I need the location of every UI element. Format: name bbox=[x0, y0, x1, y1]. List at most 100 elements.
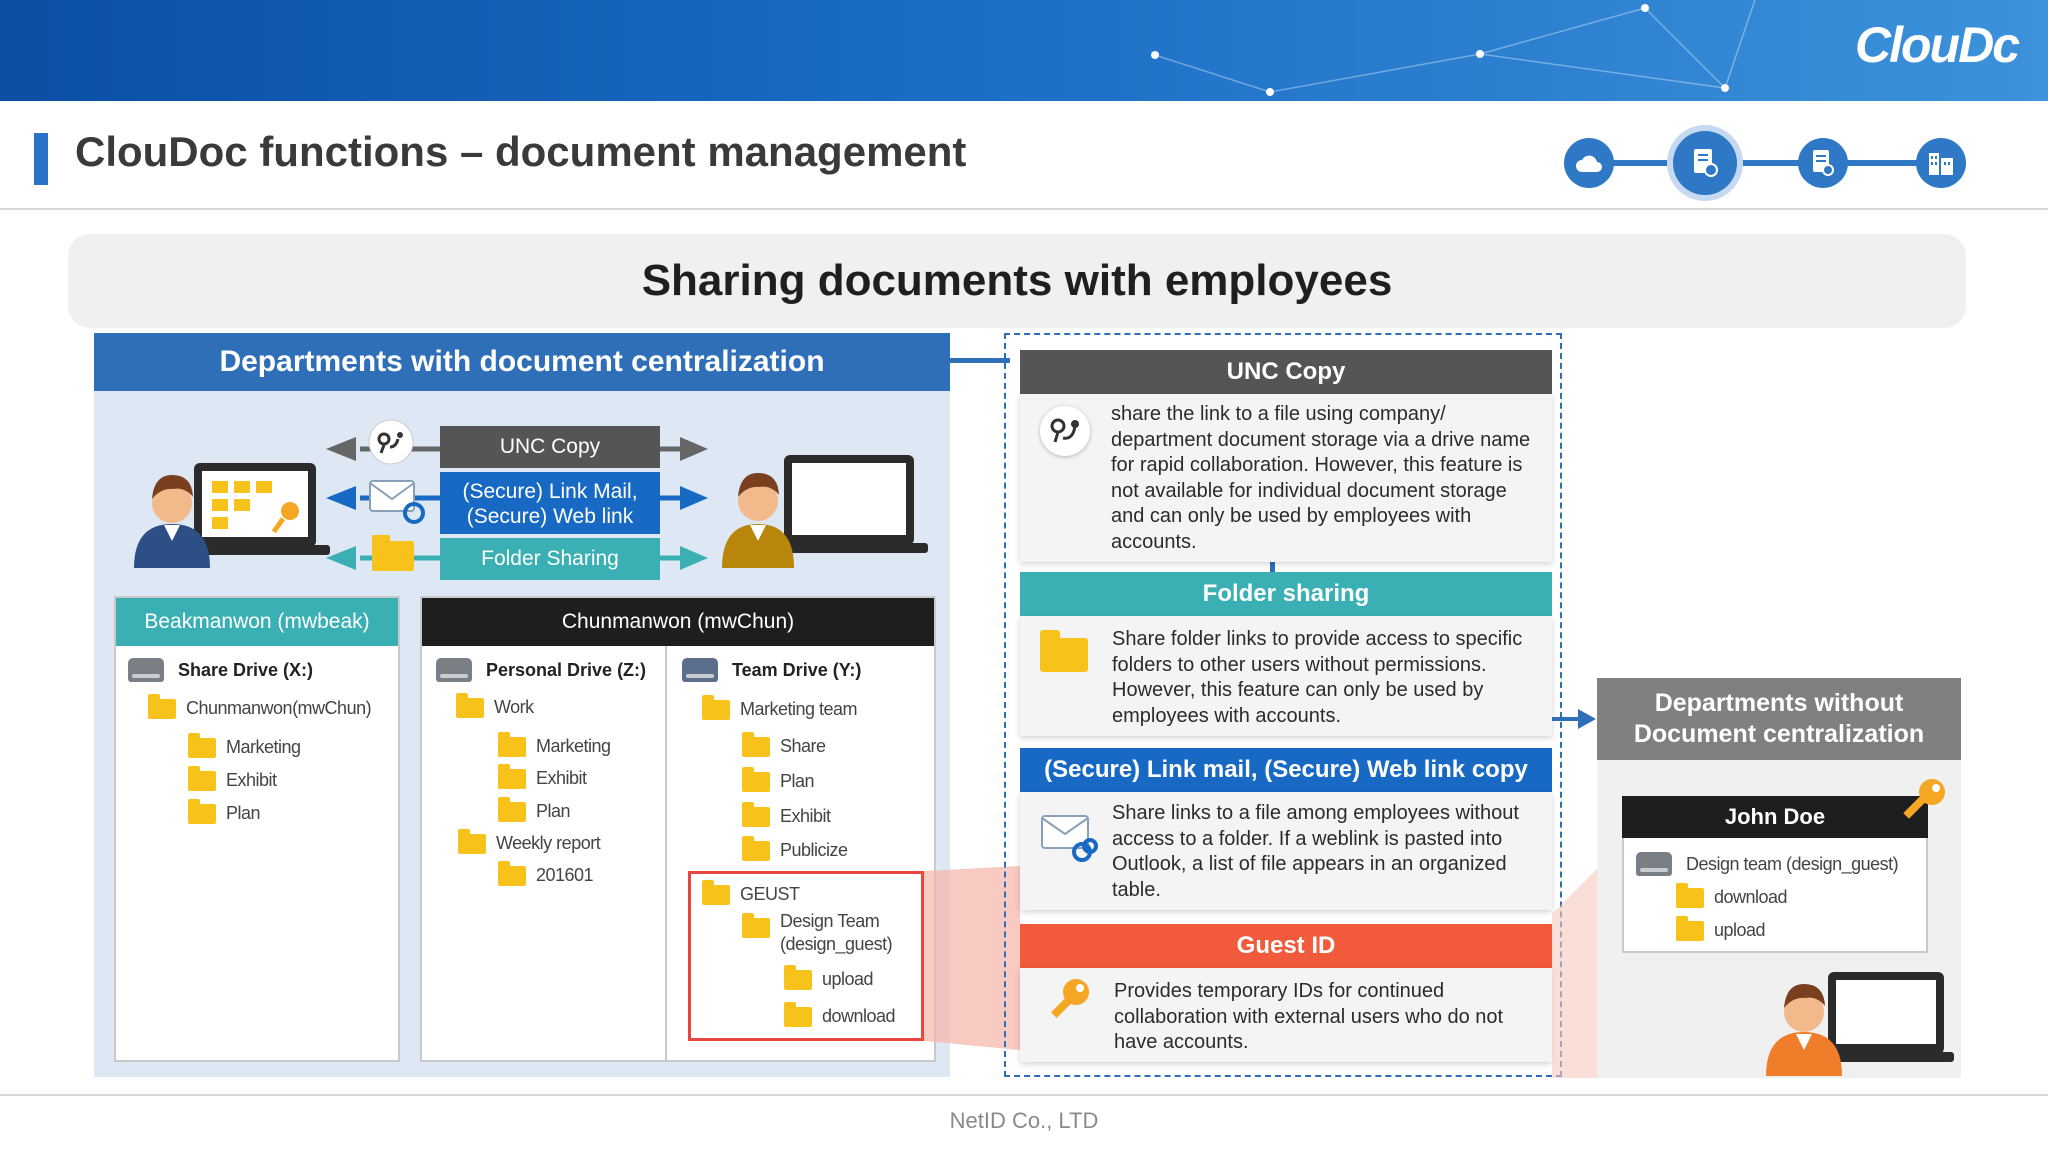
folder-icon bbox=[456, 692, 484, 718]
folder-icon bbox=[784, 964, 812, 990]
tree-folder-label: Plan bbox=[536, 801, 571, 821]
folder-icon bbox=[702, 694, 730, 720]
tree-folder[interactable]: download bbox=[784, 1001, 896, 1027]
section-subtitle: Sharing documents with employees bbox=[641, 256, 1393, 305]
team-drive-row[interactable]: Team Drive (Y:) bbox=[682, 658, 861, 682]
right-header-line2: Document centralization bbox=[1633, 720, 1925, 748]
tree-folder-label: Publicize bbox=[780, 840, 848, 860]
tree-folder[interactable]: Work bbox=[456, 692, 534, 718]
unc-route-icon bbox=[368, 419, 414, 465]
folder-icon bbox=[498, 731, 526, 757]
tree-folder[interactable]: upload bbox=[1676, 915, 1766, 941]
tree-folder-label: Plan bbox=[226, 803, 261, 823]
folder-tab bbox=[1040, 630, 1060, 640]
tree-folder[interactable]: Weekly report bbox=[458, 828, 601, 854]
share-drive-row[interactable]: Share Drive (X:) bbox=[128, 658, 313, 682]
tree-folder-label: Exhibit bbox=[536, 768, 587, 788]
folder-icon bbox=[1676, 882, 1704, 908]
folder-icon bbox=[188, 732, 216, 758]
john-doe-name: John Doe bbox=[1622, 796, 1928, 838]
folder-sharing-description: Share folder links to provide access to … bbox=[1112, 628, 1523, 727]
tree-folder-label: Share bbox=[780, 736, 826, 756]
design-team-line1: Design Team bbox=[780, 911, 880, 931]
tree-folder-label: upload bbox=[822, 969, 874, 989]
personal-drive-row[interactable]: Personal Drive (Z:) bbox=[436, 658, 646, 682]
folder-icon bbox=[498, 860, 526, 886]
drive-divider bbox=[665, 646, 667, 1060]
folder-icon bbox=[498, 796, 526, 822]
team-drive-icon bbox=[682, 658, 718, 682]
tree-folder[interactable]: Exhibit bbox=[742, 801, 831, 827]
panel-connector bbox=[950, 358, 1010, 363]
tree-folder[interactable]: download bbox=[1676, 882, 1788, 908]
tree-folder[interactable]: Plan bbox=[188, 798, 261, 824]
tree-folder[interactable]: upload bbox=[784, 964, 874, 990]
folder-icon bbox=[1040, 638, 1088, 672]
laptop-right bbox=[770, 455, 928, 553]
folder-icon bbox=[148, 693, 176, 719]
external-user-illustration bbox=[1766, 972, 1954, 1076]
tree-folder-label: GEUST bbox=[740, 884, 800, 904]
drive-icon bbox=[1636, 852, 1672, 876]
tree-folder[interactable]: Plan bbox=[498, 796, 571, 822]
building-icon[interactable] bbox=[1916, 138, 1966, 188]
tree-folder[interactable]: 201601 bbox=[498, 860, 594, 886]
progress-line bbox=[1600, 160, 1930, 166]
tree-folder-label: Exhibit bbox=[780, 806, 831, 826]
tree-folder-label: 201601 bbox=[536, 865, 594, 885]
tree-folder[interactable]: GEUST bbox=[702, 879, 800, 905]
tree-folder[interactable]: Marketing team bbox=[702, 694, 858, 720]
share-drive-label: Share Drive (X:) bbox=[178, 659, 314, 680]
tree-folder[interactable]: Plan bbox=[742, 766, 815, 792]
page-title: ClouDoc functions – document management bbox=[75, 128, 967, 175]
document-gear-icon[interactable] bbox=[1798, 138, 1848, 188]
tree-folder[interactable]: Marketing bbox=[498, 731, 611, 757]
tree-folder-label: Marketing bbox=[536, 736, 611, 756]
left-panel-header: Departments with document centralization bbox=[94, 333, 950, 391]
folder-sharing-heading: Folder sharing bbox=[1020, 572, 1552, 616]
tree-folder-label: Chunmanwon(mwChun) bbox=[186, 698, 372, 718]
folder-icon bbox=[1676, 915, 1704, 941]
right-panel-header: Departments without Document centralizat… bbox=[1597, 678, 1961, 760]
progress-steps bbox=[1560, 125, 1970, 201]
right-arrow bbox=[1552, 709, 1596, 729]
secure-link-description: Share links to a file among employees wi… bbox=[1112, 802, 1519, 901]
tree-folder[interactable]: Chunmanwon(mwChun) bbox=[148, 693, 372, 719]
footer-divider bbox=[0, 1094, 2048, 1096]
tree-folder[interactable]: Marketing bbox=[188, 732, 301, 758]
tree-folder-label: download bbox=[822, 1006, 896, 1026]
folder-icon bbox=[702, 879, 730, 905]
cloud-icon[interactable] bbox=[1564, 138, 1614, 188]
cloudoc-logo: ClouDc bbox=[1855, 17, 2020, 73]
shared-folder-icon bbox=[372, 535, 414, 571]
network-pattern bbox=[1151, 0, 1756, 96]
title-divider bbox=[0, 208, 2048, 210]
tree-folder[interactable]: Share bbox=[742, 731, 826, 757]
document-settings-icon[interactable] bbox=[1673, 131, 1737, 195]
unc-copy-description: share the link to a file using company/ … bbox=[1111, 403, 1531, 553]
guest-key-icon bbox=[1903, 779, 1945, 819]
team-drive-label: Team Drive (Y:) bbox=[732, 659, 862, 680]
tree-folder[interactable]: Exhibit bbox=[188, 765, 277, 791]
secure-link-label-line2: (Secure) Web link bbox=[466, 505, 634, 528]
tree-folder-label: Exhibit bbox=[226, 770, 277, 790]
design-team-drive-row[interactable]: Design team (design_guest) bbox=[1636, 852, 1899, 876]
tree-folder-label: Plan bbox=[780, 771, 815, 791]
user-right-avatar bbox=[722, 473, 794, 568]
personal-drive-label: Personal Drive (Z:) bbox=[486, 659, 647, 680]
tree-folder-label: Weekly report bbox=[496, 833, 601, 853]
user1-name: Beakmanwon (mwbeak) bbox=[116, 598, 398, 646]
top-banner: ClouDc bbox=[0, 0, 2048, 101]
right-header-line1: Departments without bbox=[1654, 689, 1904, 717]
folder-icon bbox=[742, 766, 770, 792]
tree-folder[interactable]: Design Team (design_guest) bbox=[742, 910, 893, 956]
unc-copy-label: UNC Copy bbox=[440, 426, 660, 468]
design-team-drive-label: Design team (design_guest) bbox=[1686, 853, 1899, 874]
tree-folder-label: upload bbox=[1714, 920, 1766, 940]
unc-copy-heading: UNC Copy bbox=[1020, 350, 1552, 394]
mail-link-icon bbox=[1041, 815, 1098, 862]
tree-folder[interactable]: Publicize bbox=[742, 835, 848, 861]
tree-folder[interactable]: Exhibit bbox=[498, 763, 587, 789]
drive-icon bbox=[128, 658, 164, 682]
folder-icon bbox=[742, 913, 770, 938]
